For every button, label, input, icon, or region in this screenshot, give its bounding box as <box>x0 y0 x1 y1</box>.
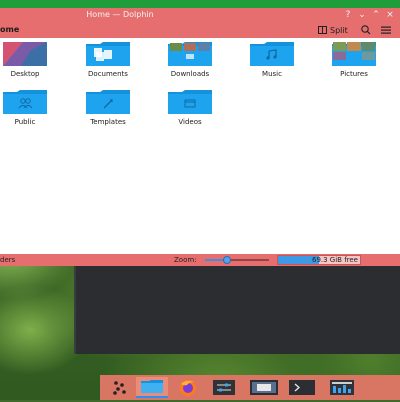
minimize-button[interactable]: ⌄ <box>356 9 368 21</box>
task-manager-icon <box>330 380 354 395</box>
file-item-templates[interactable]: Templates <box>68 86 148 130</box>
system-settings-icon <box>213 380 235 395</box>
file-item-music[interactable]: Music <box>232 38 312 82</box>
file-item-label: Desktop <box>10 70 40 78</box>
maximize-button[interactable]: ⌃ <box>370 9 382 21</box>
free-space-text: 69.3 GiB free <box>311 256 358 264</box>
file-item-label: Pictures <box>340 70 368 78</box>
location-breadcrumb[interactable]: ome <box>0 25 19 34</box>
file-item-desktop[interactable]: Desktop <box>0 38 65 82</box>
file-item-label: Videos <box>178 118 202 126</box>
terminal-icon <box>289 380 315 395</box>
background-window[interactable] <box>74 262 400 354</box>
file-item-downloads[interactable]: Downloads <box>150 38 230 82</box>
file-item-label: Music <box>262 70 282 78</box>
templates-folder-icon <box>86 90 130 114</box>
pictures-folder-icon <box>332 42 376 66</box>
taskbar-terminal[interactable] <box>286 377 318 398</box>
file-view[interactable]: Desktop Documents Downloads Music Pictur… <box>0 38 400 254</box>
split-view-icon <box>318 26 327 34</box>
split-button[interactable]: Split <box>318 23 348 37</box>
close-button[interactable]: × <box>384 9 396 21</box>
file-item-videos[interactable]: Videos <box>150 86 230 130</box>
status-bar: ders Zoom: 69.3 GiB free <box>0 254 400 266</box>
taskbar-task-manager[interactable] <box>326 377 358 398</box>
desktop-folder-icon <box>3 42 47 66</box>
file-item-public[interactable]: Public <box>0 86 65 130</box>
app-launcher-icon <box>113 381 126 395</box>
hamburger-menu-button[interactable] <box>380 23 392 37</box>
window-title: Home — Dolphin <box>86 10 154 19</box>
taskbar-dolphin[interactable] <box>136 377 168 398</box>
taskbar-system-settings[interactable] <box>208 377 240 398</box>
taskbar-app-launcher[interactable] <box>104 377 136 398</box>
title-bar[interactable]: Home — Dolphin ? ⌄ ⌃ × <box>0 8 400 22</box>
dolphin-icon <box>141 380 163 393</box>
top-panel-edge <box>0 0 400 8</box>
zoom-label: Zoom: <box>174 256 197 264</box>
search-icon <box>361 25 371 35</box>
search-button[interactable] <box>360 23 372 37</box>
file-item-label: Documents <box>88 70 128 78</box>
free-space-indicator[interactable]: 69.3 GiB free <box>277 255 361 265</box>
file-item-label: Public <box>14 118 36 126</box>
hamburger-menu-icon <box>381 26 391 34</box>
firefox-icon <box>180 380 196 396</box>
taskbar <box>100 375 400 400</box>
toolbar: ome Split <box>0 22 400 38</box>
music-folder-icon <box>250 42 294 66</box>
dolphin-window: Home — Dolphin ? ⌄ ⌃ × ome Split Desktop… <box>0 8 400 266</box>
split-label: Split <box>330 25 348 35</box>
file-item-documents[interactable]: Documents <box>68 38 148 82</box>
status-text: ders <box>0 256 16 264</box>
help-button[interactable]: ? <box>342 9 354 21</box>
zoom-slider-handle[interactable] <box>223 256 232 264</box>
file-item-label: Downloads <box>170 70 210 78</box>
documents-folder-icon <box>86 42 130 66</box>
videos-folder-icon <box>168 90 212 114</box>
taskbar-screenshot[interactable] <box>248 377 280 398</box>
downloads-folder-icon <box>168 42 212 66</box>
taskbar-firefox[interactable] <box>172 377 204 398</box>
file-item-label: Templates <box>90 118 126 126</box>
screenshot-icon <box>250 380 278 395</box>
public-folder-icon <box>3 90 47 114</box>
file-item-pictures[interactable]: Pictures <box>314 38 394 82</box>
